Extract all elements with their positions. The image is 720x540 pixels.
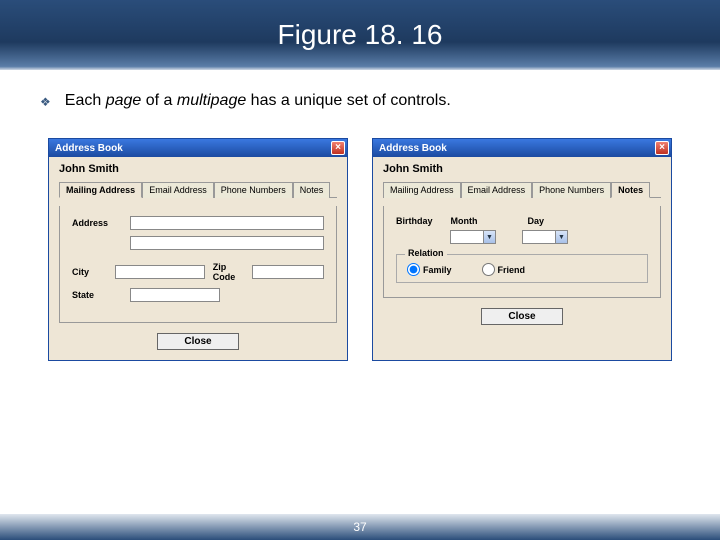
label-city: City	[72, 267, 107, 277]
tab-phone[interactable]: Phone Numbers	[532, 182, 611, 198]
label-birthday: Birthday	[396, 216, 433, 226]
text: Each	[65, 92, 106, 109]
label-month: Month	[451, 216, 478, 226]
tab-mailing[interactable]: Mailing Address	[383, 182, 461, 198]
chevron-down-icon: ▼	[555, 231, 567, 243]
label-state: State	[72, 290, 122, 300]
legend-relation: Relation	[405, 248, 447, 258]
input-address-1[interactable]	[130, 216, 324, 230]
page-number: 37	[353, 520, 366, 534]
text-italic: multipage	[177, 92, 246, 109]
window-inner: John Smith Mailing Address Email Address…	[49, 157, 347, 360]
tab-email[interactable]: Email Address	[461, 182, 533, 198]
tab-email[interactable]: Email Address	[142, 182, 214, 198]
label-zip: Zip Code	[213, 262, 244, 282]
slide-body: ❖ Each page of a multipage has a unique …	[0, 70, 720, 361]
input-zip[interactable]	[252, 265, 324, 279]
bullet-text: Each page of a multipage has a unique se…	[65, 92, 451, 110]
input-city[interactable]	[115, 265, 205, 279]
label-address: Address	[72, 218, 122, 228]
radio-friend-label[interactable]: Friend	[482, 263, 526, 276]
close-button[interactable]: Close	[157, 333, 238, 350]
chevron-down-icon: ▼	[483, 231, 495, 243]
tab-notes[interactable]: Notes	[293, 182, 331, 198]
radio-family-label[interactable]: Family	[407, 263, 452, 276]
input-address-2[interactable]	[130, 236, 324, 250]
slide-header: Figure 18. 16	[0, 0, 720, 70]
slide-footer: 37	[0, 514, 720, 540]
text: has a unique set of controls.	[246, 92, 451, 109]
combo-day[interactable]: ▼	[522, 230, 568, 244]
label-day: Day	[528, 216, 545, 226]
contact-name: John Smith	[59, 163, 337, 175]
radio-family[interactable]	[407, 263, 420, 276]
tabstrip: Mailing Address Email Address Phone Numb…	[59, 181, 337, 198]
tabstrip: Mailing Address Email Address Phone Numb…	[383, 181, 661, 198]
tabpage-notes: Birthday Month Day ▼ ▼ Relation Family F…	[383, 206, 661, 298]
tab-notes[interactable]: Notes	[611, 182, 650, 198]
tabpage-mailing: Address City Zip Code	[59, 206, 337, 323]
close-icon[interactable]: ×	[655, 141, 669, 155]
text: of a	[141, 92, 177, 109]
bullet-icon: ❖	[40, 95, 51, 109]
contact-name: John Smith	[383, 163, 661, 175]
screenshots-row: Address Book × John Smith Mailing Addres…	[40, 138, 680, 361]
titlebar-text: Address Book	[379, 143, 447, 154]
window-inner: John Smith Mailing Address Email Address…	[373, 157, 671, 335]
fieldset-relation: Relation Family Friend	[396, 254, 648, 283]
close-icon[interactable]: ×	[331, 141, 345, 155]
tab-mailing[interactable]: Mailing Address	[59, 182, 142, 198]
close-button[interactable]: Close	[481, 308, 562, 325]
combo-month[interactable]: ▼	[450, 230, 496, 244]
text-italic: page	[106, 92, 142, 109]
window-right: Address Book × John Smith Mailing Addres…	[372, 138, 672, 361]
titlebar-text: Address Book	[55, 143, 123, 154]
titlebar: Address Book ×	[49, 139, 347, 157]
input-state[interactable]	[130, 288, 220, 302]
slide-title: Figure 18. 16	[278, 19, 443, 51]
radio-friend[interactable]	[482, 263, 495, 276]
titlebar: Address Book ×	[373, 139, 671, 157]
tab-phone[interactable]: Phone Numbers	[214, 182, 293, 198]
bullet-line: ❖ Each page of a multipage has a unique …	[40, 92, 680, 110]
window-left: Address Book × John Smith Mailing Addres…	[48, 138, 348, 361]
